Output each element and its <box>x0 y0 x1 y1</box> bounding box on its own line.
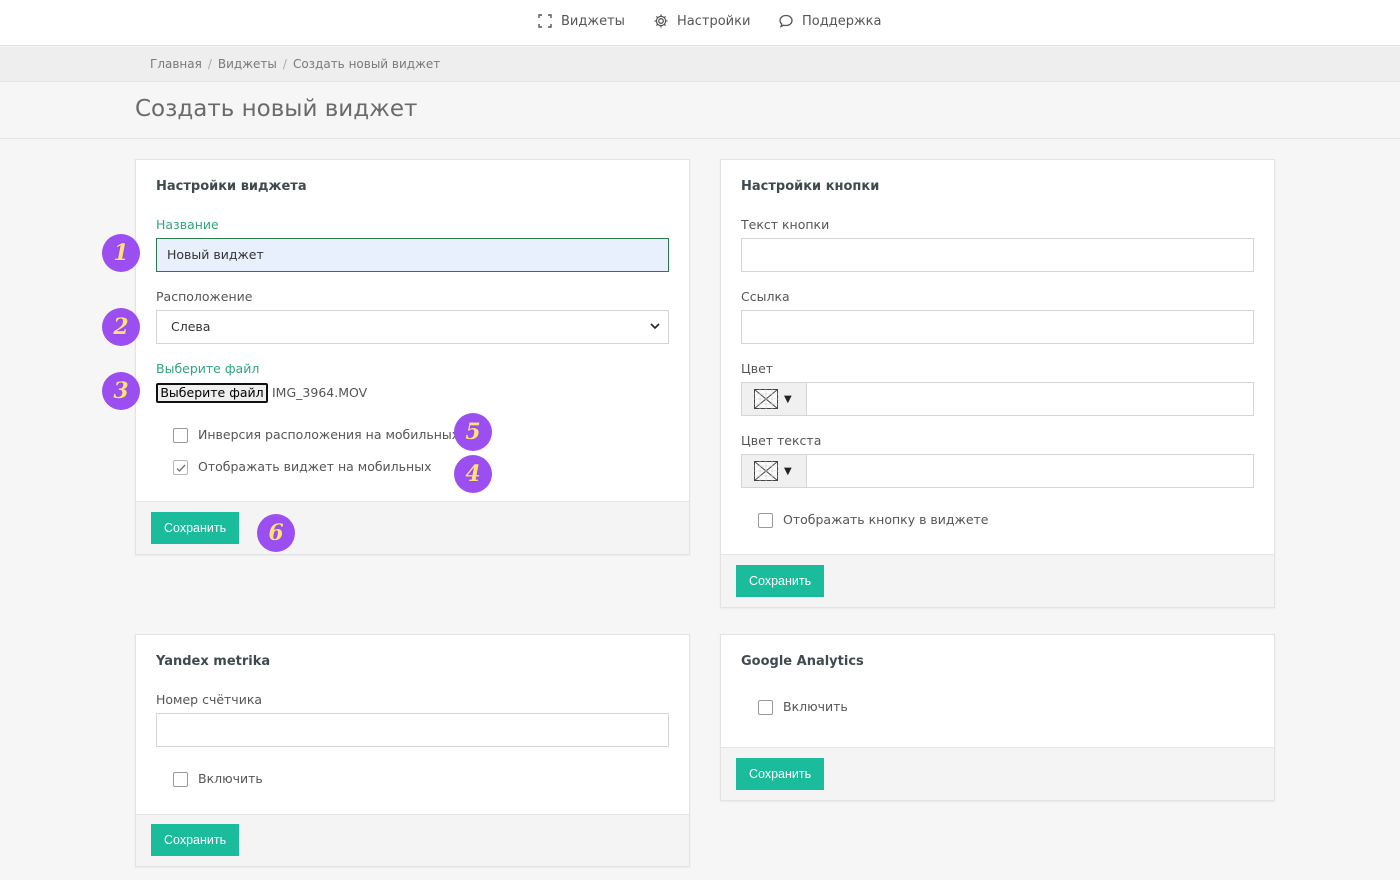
invert-checkbox[interactable] <box>173 428 188 443</box>
title-bar: Создать новый виджет <box>0 82 1400 139</box>
card-title: Настройки виджета <box>156 179 307 194</box>
page-title: Создать новый виджет <box>135 96 418 122</box>
mobile-checkbox[interactable] <box>173 460 188 475</box>
nav-label-support: Поддержка <box>802 13 882 29</box>
top-navigation: Виджеты Настройки Поддержка <box>0 0 1400 46</box>
breadcrumb-current: Создать новый виджет <box>292 57 441 71</box>
breadcrumb-bar: Главная / Виджеты / Создать новый виджет <box>0 47 1400 82</box>
color-picker: ▼ <box>741 382 1254 416</box>
color-swatch-button[interactable]: ▼ <box>742 383 807 415</box>
color-label: Цвет <box>741 361 774 376</box>
position-select[interactable]: Слева <box>156 310 669 344</box>
name-label: Название <box>156 217 219 232</box>
text-color-picker: ▼ <box>741 454 1254 488</box>
empty-color-icon <box>754 461 778 481</box>
position-label: Расположение <box>156 289 253 304</box>
show-button-label: Отображать кнопку в виджете <box>783 512 989 527</box>
card-title: Google Analytics <box>741 654 864 669</box>
button-settings-card: Настройки кнопки Текст кнопки Ссылка Цве… <box>720 159 1275 608</box>
widget-settings-card: Настройки виджета Название Новый виджет … <box>135 159 690 555</box>
show-button-checkbox[interactable] <box>758 513 773 528</box>
empty-color-icon <box>754 389 778 409</box>
step-badge-2: 2 <box>102 308 140 346</box>
card-title: Настройки кнопки <box>741 179 880 194</box>
breadcrumb-widgets[interactable]: Виджеты <box>218 57 277 71</box>
breadcrumb-separator: / <box>282 57 287 71</box>
step-badge-6: 6 <box>257 514 295 552</box>
card-footer: Сохранить <box>721 747 1274 800</box>
breadcrumb: Главная / Виджеты / Создать новый виджет <box>150 57 440 71</box>
card-footer: Сохранить <box>136 501 689 554</box>
google-analytics-card: Google Analytics Включить Сохранить <box>720 634 1275 801</box>
step-badge-1: 1 <box>102 234 140 272</box>
link-label: Ссылка <box>741 289 790 304</box>
card-title: Yandex metrika <box>156 654 271 669</box>
name-input[interactable]: Новый виджет <box>156 238 669 272</box>
position-select-value: Слева <box>171 319 211 334</box>
mobile-label: Отображать виджет на мобильных <box>198 459 432 474</box>
save-button[interactable]: Сохранить <box>151 512 240 544</box>
breadcrumb-home[interactable]: Главная <box>150 57 202 71</box>
yandex-enable-label: Включить <box>198 771 263 786</box>
google-enable-checkbox[interactable] <box>758 700 773 715</box>
chevron-down-icon <box>650 323 660 330</box>
step-badge-3: 3 <box>102 372 140 410</box>
link-input[interactable] <box>741 310 1254 344</box>
save-button[interactable]: Сохранить <box>736 565 825 597</box>
yandex-metrika-card: Yandex metrika Номер счётчика Включить С… <box>135 634 690 867</box>
invert-label: Инверсия расположения на мобильных <box>198 427 460 442</box>
step-badge-5: 5 <box>454 413 492 451</box>
card-footer: Сохранить <box>136 814 689 866</box>
counter-label: Номер счётчика <box>156 692 263 707</box>
card-footer: Сохранить <box>721 554 1274 607</box>
google-enable-label: Включить <box>783 699 848 714</box>
caret-down-icon: ▼ <box>784 465 792 477</box>
file-name: IMG_3964.MOV <box>272 385 368 400</box>
choose-file-button[interactable]: Выберите файл <box>156 383 268 403</box>
gear-icon <box>654 14 668 28</box>
save-button[interactable]: Сохранить <box>151 824 240 856</box>
step-badge-4: 4 <box>454 455 492 493</box>
nav-item-settings[interactable]: Настройки <box>653 13 750 29</box>
chat-bubble-icon <box>779 14 793 28</box>
nav-label-widgets: Виджеты <box>561 13 625 29</box>
nav-label-settings: Настройки <box>677 13 751 29</box>
caret-down-icon: ▼ <box>784 393 792 405</box>
breadcrumb-separator: / <box>207 57 212 71</box>
nav-item-support[interactable]: Поддержка <box>778 13 882 29</box>
file-label: Выберите файл <box>156 361 260 376</box>
check-icon <box>176 464 186 473</box>
expand-icon <box>538 14 552 28</box>
text-color-swatch-button[interactable]: ▼ <box>742 455 807 487</box>
yandex-enable-checkbox[interactable] <box>173 772 188 787</box>
button-text-input[interactable] <box>741 238 1254 272</box>
counter-input[interactable] <box>156 713 669 747</box>
button-text-label: Текст кнопки <box>741 217 830 232</box>
text-color-label: Цвет текста <box>741 433 822 448</box>
nav-item-widgets[interactable]: Виджеты <box>537 13 625 29</box>
save-button[interactable]: Сохранить <box>736 758 825 790</box>
